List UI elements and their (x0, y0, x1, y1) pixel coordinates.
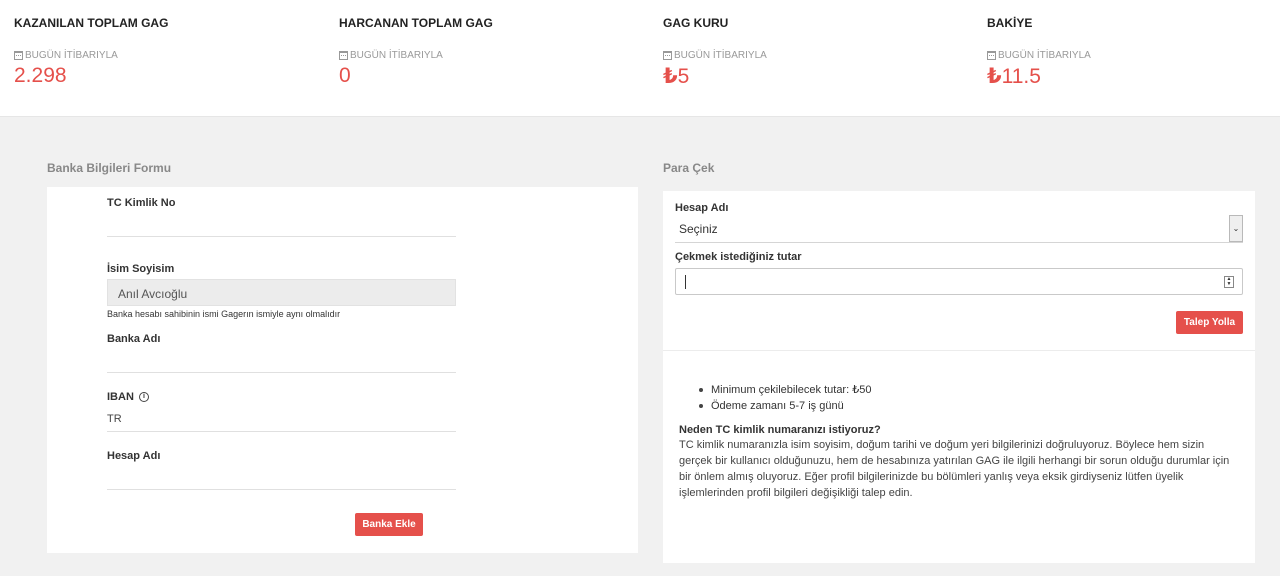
stat-value-number: 11.5 (1001, 65, 1041, 88)
currency-symbol: ₺ (663, 65, 678, 88)
stat-value: ₺11.5 (987, 64, 1041, 89)
calendar-icon (663, 51, 672, 60)
tc-label: TC Kimlik No (107, 197, 176, 209)
stat-subtitle: BUGÜN İTİBARIYLA (987, 50, 1091, 61)
stat-title: KAZANILAN TOPLAM GAG (14, 16, 169, 30)
tc-input[interactable] (107, 217, 456, 237)
stat-value-number: 0 (339, 64, 351, 87)
stat-subtitle-text: BUGÜN İTİBARIYLA (25, 50, 118, 61)
add-bank-button[interactable]: Banka Ekle (355, 513, 423, 536)
text-cursor (685, 275, 686, 289)
iban-label: IBAN i (107, 391, 149, 403)
bank-name-label: Banka Adı (107, 333, 161, 345)
stat-value: ₺5 (663, 64, 689, 89)
stats-bar: KAZANILAN TOPLAM GAG BUGÜN İTİBARIYLA 2.… (0, 0, 1280, 117)
iban-input[interactable]: TR (107, 409, 456, 432)
withdraw-title: Para Çek (663, 161, 715, 175)
withdraw-panel: Hesap Adı Seçiniz ⌄ Çekmek istediğiniz t… (663, 191, 1255, 563)
stat-subtitle: BUGÜN İTİBARIYLA (14, 50, 118, 61)
bank-form-panel: TC Kimlik No İsim Soyisim Anıl Avcıoğlu … (47, 187, 638, 553)
stat-subtitle: BUGÜN İTİBARIYLA (339, 50, 443, 61)
currency-symbol: ₺ (987, 65, 1002, 88)
account-select[interactable]: Seçiniz ⌄ (675, 215, 1243, 243)
stat-value-number: 2.298 (14, 64, 67, 87)
stat-value-number: 5 (677, 65, 690, 88)
account-name-label: Hesap Adı (107, 450, 161, 462)
calendar-icon (339, 51, 348, 60)
info-list: Minimum çekilebilecek tutar: ₺50 Ödeme z… (699, 382, 871, 414)
question-body: TC kimlik numaranızla isim soyisim, doğu… (679, 439, 1230, 499)
stat-title: BAKİYE (987, 16, 1033, 30)
number-spinner-icon[interactable]: ▲ ▼ (1224, 276, 1234, 288)
stat-value: 2.298 (14, 64, 67, 88)
chevron-down-icon[interactable]: ⌄ (1229, 215, 1243, 242)
account-select-value: Seçiniz (679, 222, 718, 236)
stat-title: HARCANAN TOPLAM GAG (339, 16, 493, 30)
account-name-input[interactable] (107, 470, 456, 490)
amount-label: Çekmek istediğiniz tutar (675, 251, 802, 263)
calendar-icon (14, 51, 23, 60)
bank-form-title: Banka Bilgileri Formu (47, 161, 172, 175)
list-item: Ödeme zamanı 5-7 iş günü (699, 398, 871, 414)
name-input[interactable]: Anıl Avcıoğlu (107, 279, 456, 306)
iban-label-text: IBAN (107, 391, 134, 403)
amount-input[interactable]: ▲ ▼ (675, 268, 1243, 295)
info-icon[interactable]: i (138, 392, 149, 403)
question-title: Neden TC kimlik numaranızı istiyoruz? (679, 424, 881, 436)
stat-value: 0 (339, 64, 351, 88)
stat-title: GAG KURU (663, 16, 729, 30)
send-request-button[interactable]: Talep Yolla (1176, 311, 1243, 334)
divider (663, 350, 1255, 351)
name-hint: Banka hesabı sahibinin ismi Gagerın ismi… (107, 309, 341, 319)
stat-subtitle-text: BUGÜN İTİBARIYLA (998, 50, 1091, 61)
stat-subtitle: BUGÜN İTİBARIYLA (663, 50, 767, 61)
calendar-icon (987, 51, 996, 60)
withdraw-account-label: Hesap Adı (675, 202, 729, 214)
list-item: Minimum çekilebilecek tutar: ₺50 (699, 382, 871, 398)
bank-name-input[interactable] (107, 353, 456, 373)
stat-subtitle-text: BUGÜN İTİBARIYLA (350, 50, 443, 61)
name-label: İsim Soyisim (107, 263, 175, 275)
stat-subtitle-text: BUGÜN İTİBARIYLA (674, 50, 767, 61)
